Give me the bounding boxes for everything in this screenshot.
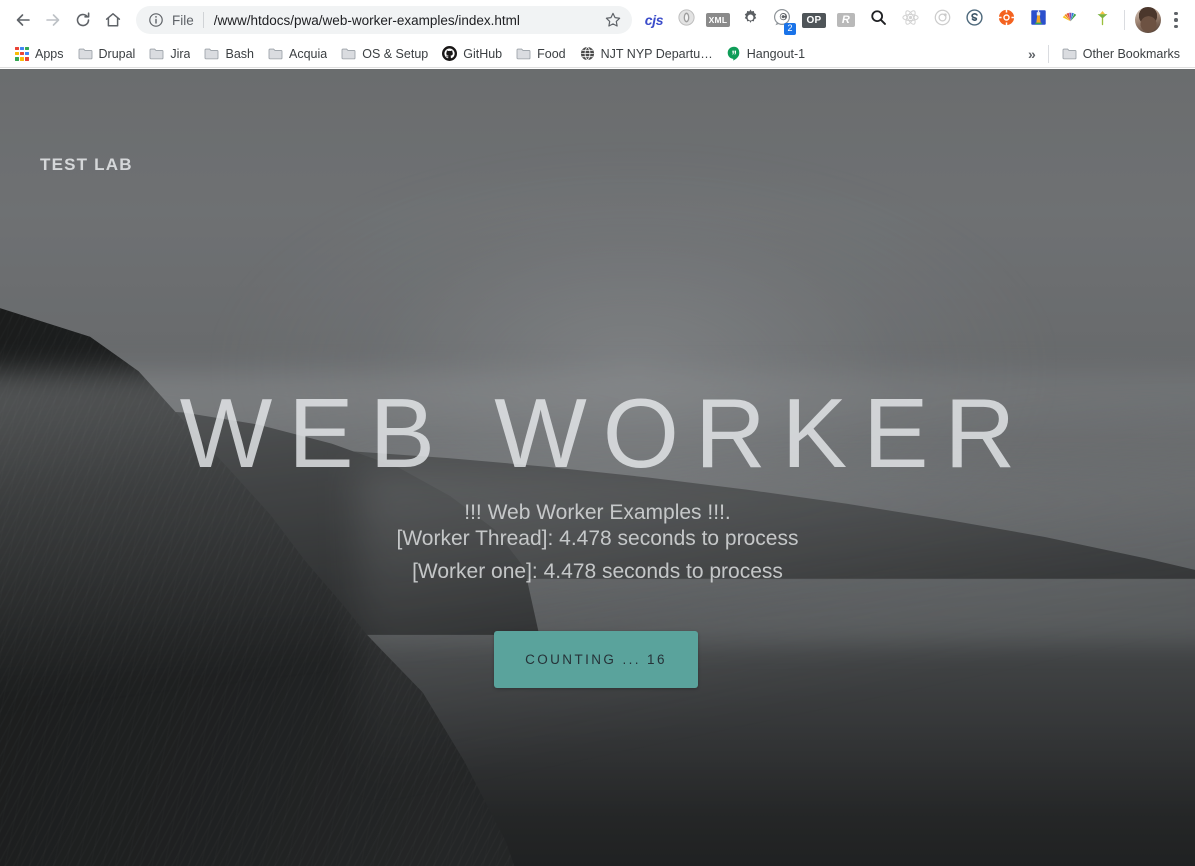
profile-avatar[interactable] — [1135, 7, 1161, 33]
folder-icon — [204, 47, 219, 60]
hero-section: TEST LAB WEB WORKER !!! Web Worker Examp… — [0, 69, 1195, 866]
site-title: TEST LAB — [40, 155, 133, 174]
kebab-menu-icon[interactable] — [1165, 5, 1187, 35]
subtitle-line-worker-one: [Worker one]: 4.478 seconds to process — [412, 560, 783, 583]
bookmark-label: NJT NYP Departu… — [600, 46, 713, 61]
bookmark-label: Hangout-1 — [746, 46, 806, 61]
peacock-icon — [1061, 8, 1080, 32]
subtitle-line-worker-thread: [Worker Thread]: 4.478 seconds to proces… — [396, 527, 799, 550]
github-icon — [442, 46, 458, 61]
browser-toolbar: File /www/htdocs/pwa/web-worker-examples… — [0, 0, 1195, 40]
page-viewport: TEST LAB WEB WORKER !!! Web Worker Examp… — [0, 69, 1195, 866]
cjs-icon: cjs — [644, 12, 664, 28]
folder-icon — [78, 47, 93, 60]
search-icon — [869, 8, 888, 32]
bookmarks-bar: Apps Drupal Jira Bash Acquia OS & Setup … — [0, 40, 1195, 68]
lifebuoy-icon — [997, 8, 1016, 32]
react-extension-button[interactable] — [894, 5, 926, 35]
pin-extension-button[interactable] — [1086, 5, 1118, 35]
chat-extension-button[interactable]: 2 — [766, 5, 798, 35]
skype-extension-button[interactable] — [958, 5, 990, 35]
bookmark-item-food[interactable]: Food — [509, 43, 573, 65]
arrow-right-icon — [43, 10, 63, 30]
extensions-strip: cjs XML 2 OP R — [638, 5, 1118, 35]
url-text[interactable]: /www/htdocs/pwa/web-worker-examples/inde… — [214, 13, 598, 28]
gear-icon — [741, 8, 760, 32]
home-button[interactable] — [98, 5, 128, 35]
bookmark-item-drupal[interactable]: Drupal — [71, 43, 143, 65]
chat-badge-count: 2 — [784, 23, 796, 35]
op-extension-button[interactable]: OP — [798, 5, 830, 35]
bookmark-item-hangout-1[interactable]: Hangout-1 — [720, 43, 812, 65]
search-extension-button[interactable] — [862, 5, 894, 35]
forward-button[interactable] — [38, 5, 68, 35]
reload-icon — [73, 10, 93, 30]
folder-icon — [268, 47, 283, 60]
ring-extension-button[interactable] — [670, 5, 702, 35]
bookmark-item-njt-nyp[interactable]: NJT NYP Departu… — [573, 43, 720, 65]
folder-icon — [1062, 47, 1077, 60]
folder-icon — [149, 47, 164, 60]
info-circle-icon[interactable] — [148, 12, 164, 28]
folder-icon — [341, 47, 356, 60]
bookmarks-overflow-button[interactable]: » — [1022, 46, 1042, 62]
bookmark-label: Bash — [225, 46, 254, 61]
omnibox-divider — [202, 12, 204, 28]
bookmark-item-os-setup[interactable]: OS & Setup — [334, 43, 435, 65]
page-title: WEB WORKER — [179, 378, 1032, 488]
globe-icon — [580, 46, 595, 61]
bookmark-apps[interactable]: Apps — [8, 43, 71, 65]
target-circle-icon — [933, 8, 952, 32]
address-bar[interactable]: File /www/htdocs/pwa/web-worker-examples… — [136, 6, 632, 34]
star-icon[interactable] — [604, 11, 622, 29]
hero-content: TEST LAB WEB WORKER !!! Web Worker Examp… — [0, 69, 1195, 866]
bookmark-label: Acquia — [288, 46, 328, 61]
bookmark-apps-label: Apps — [35, 46, 64, 61]
lighthouse-extension-button[interactable] — [1022, 5, 1054, 35]
bookmark-label: GitHub — [463, 46, 503, 61]
ring-icon — [677, 8, 696, 32]
bookmark-label: OS & Setup — [362, 46, 429, 61]
bookmark-other-bookmarks[interactable]: Other Bookmarks — [1055, 43, 1187, 65]
back-button[interactable] — [8, 5, 38, 35]
bookmark-item-acquia[interactable]: Acquia — [261, 43, 334, 65]
home-icon — [103, 10, 123, 30]
lifebuoy-extension-button[interactable] — [990, 5, 1022, 35]
xml-extension-button[interactable]: XML — [702, 5, 734, 35]
lighthouse-icon — [1029, 8, 1048, 32]
op-icon: OP — [802, 12, 826, 28]
r-extension-button[interactable]: R — [830, 5, 862, 35]
toolbar-divider — [1124, 10, 1125, 30]
browser-window: File /www/htdocs/pwa/web-worker-examples… — [0, 0, 1195, 866]
bookmark-item-bash[interactable]: Bash — [197, 43, 261, 65]
hero-subtitle: !!! Web Worker Examples !!!. [Worker Thr… — [0, 501, 1195, 584]
cjs-extension-button[interactable]: cjs — [638, 5, 670, 35]
folder-icon — [516, 47, 531, 60]
skype-icon — [965, 8, 984, 32]
pin-icon — [1093, 8, 1112, 32]
bookmarks-bar-right: » Other Bookmarks — [1022, 43, 1187, 65]
reload-button[interactable] — [68, 5, 98, 35]
bookmark-item-jira[interactable]: Jira — [142, 43, 197, 65]
arrow-left-icon — [13, 10, 33, 30]
gear-extension-button[interactable] — [734, 5, 766, 35]
counting-button[interactable]: COUNTING ... 16 — [494, 631, 698, 688]
r-script-icon: R — [836, 13, 856, 27]
bookmark-label: Food — [537, 46, 566, 61]
bookmark-label: Other Bookmarks — [1082, 46, 1180, 61]
url-scheme-label: File — [172, 12, 194, 28]
xml-icon: XML — [705, 13, 731, 27]
react-atom-icon — [901, 8, 920, 32]
apps-grid-icon — [15, 46, 29, 61]
subtitle-line-examples: !!! Web Worker Examples !!!. — [464, 501, 731, 524]
bookmark-label: Jira — [170, 46, 191, 61]
target-extension-button[interactable] — [926, 5, 958, 35]
bookmark-label: Drupal — [98, 46, 136, 61]
bookmark-item-github[interactable]: GitHub — [435, 43, 509, 65]
hangouts-icon — [727, 46, 741, 61]
peacock-extension-button[interactable] — [1054, 5, 1086, 35]
bookmarks-divider — [1047, 44, 1049, 63]
